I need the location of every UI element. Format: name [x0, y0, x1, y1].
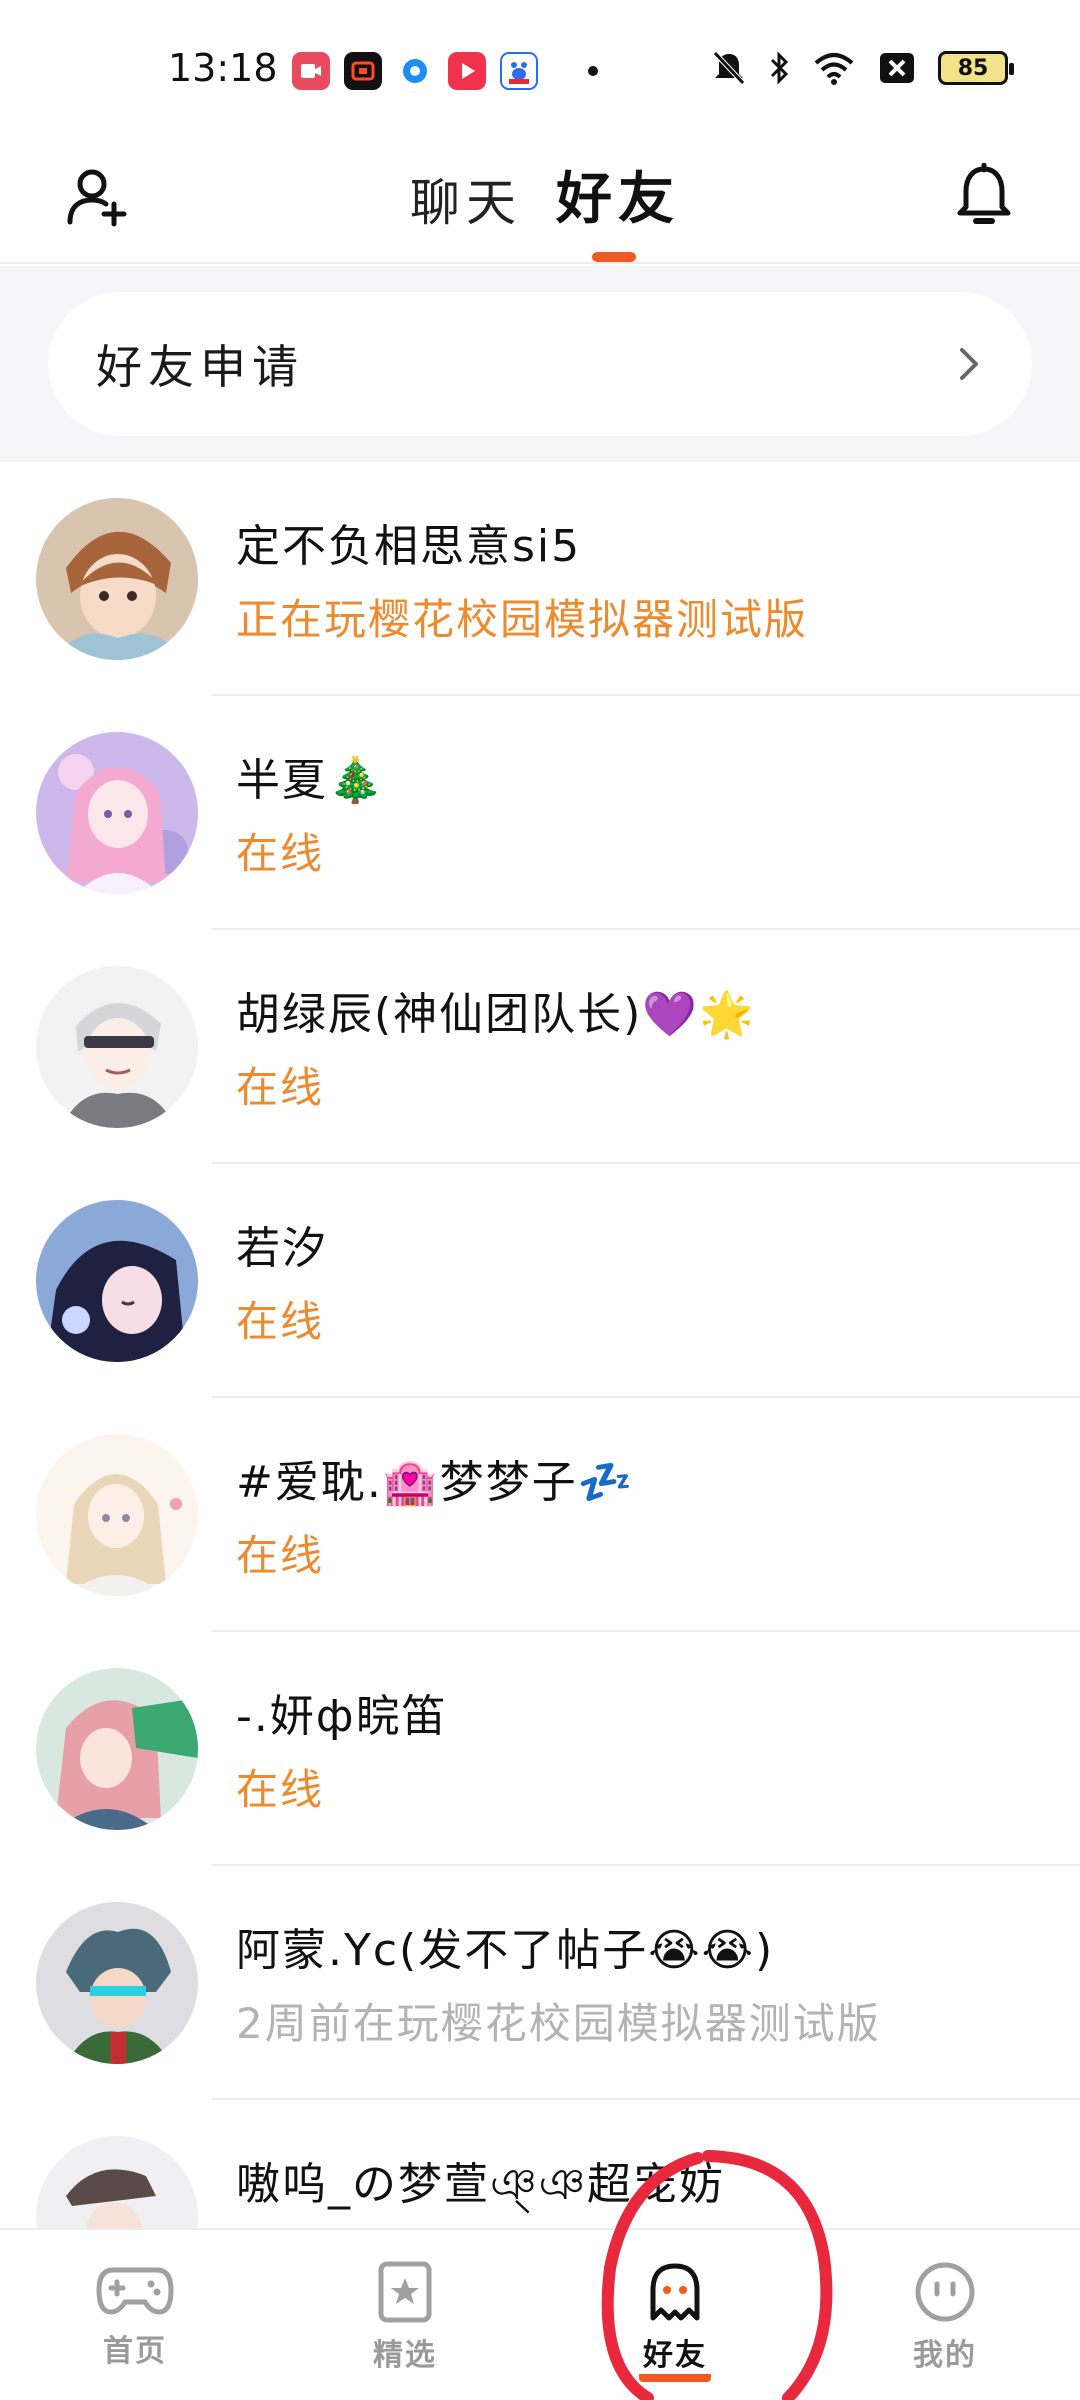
- friend-name: 嗷呜_の梦萱ঞ্ঞ超宠妨: [236, 2159, 725, 2210]
- friend-status: 在线: [236, 1297, 325, 1346]
- friend-request-section: 好友申请: [0, 266, 1080, 462]
- friend-item[interactable]: 阿蒙.Yc(发不了帖子😭😭) 2周前在玩樱花校园模拟器测试版: [0, 1866, 1080, 2100]
- status-time: 13:18: [168, 46, 278, 90]
- top-header: 聊天 好友: [0, 140, 1080, 264]
- nav-friends[interactable]: 好友: [540, 2230, 810, 2400]
- status-bar: 13:18 85: [0, 0, 1080, 140]
- baidu-icon: [500, 52, 538, 90]
- battery-icon: 85: [938, 51, 1014, 85]
- friend-status: 在线: [236, 829, 325, 878]
- avatar[interactable]: [36, 2136, 198, 2230]
- avatar[interactable]: [36, 966, 198, 1128]
- avatar[interactable]: [36, 498, 198, 660]
- friend-item[interactable]: 胡绿辰(神仙团队长)💜🌟 在线: [0, 930, 1080, 1164]
- friend-name: 若汐: [236, 1223, 328, 1274]
- nav-home[interactable]: 首页: [0, 2230, 270, 2400]
- add-user-icon: [67, 169, 127, 227]
- status-right-icons: 85: [712, 50, 1014, 86]
- star-icon: [378, 2261, 432, 2323]
- avatar[interactable]: [36, 1668, 198, 1830]
- nav-profile-label: 我的: [913, 2338, 977, 2373]
- gamepad-icon: [96, 2267, 174, 2315]
- friend-item[interactable]: 若汐 在线: [0, 1164, 1080, 1398]
- friend-status: 2周前在玩樱花校园模拟器测试版: [236, 1999, 881, 2048]
- tab-chat[interactable]: 聊天: [410, 163, 522, 235]
- sim-off-icon: [880, 53, 914, 83]
- bottom-navigation: 首页 精选 好友 我的: [0, 2228, 1080, 2400]
- nav-profile[interactable]: 我的: [810, 2230, 1080, 2400]
- video-app-icon: [448, 52, 486, 90]
- notifications-button[interactable]: [948, 158, 1020, 234]
- friend-name: 胡绿辰(神仙团队长)💜🌟: [236, 989, 756, 1040]
- screen-record-icon: [344, 52, 382, 90]
- mute-icon: [713, 51, 745, 85]
- notification-dot: [588, 66, 598, 76]
- friend-name: 定不负相思意si5: [236, 521, 582, 572]
- video-recorder-icon: [292, 52, 330, 90]
- friend-request-label: 好友申请: [96, 340, 304, 394]
- ghost-icon: [650, 2263, 700, 2321]
- top-tabs: 聊天 好友: [410, 154, 680, 235]
- friend-item[interactable]: 嗷呜_の梦萱ঞ্ঞ超宠妨: [0, 2100, 1080, 2230]
- avatar[interactable]: [36, 1200, 198, 1362]
- smiley-icon: [915, 2262, 975, 2322]
- chevron-right-icon: [960, 348, 978, 380]
- friend-status: 在线: [236, 1063, 325, 1112]
- active-tab-indicator: [592, 252, 636, 262]
- avatar[interactable]: [36, 1434, 198, 1596]
- bell-icon: [957, 163, 1011, 224]
- friend-status: 在线: [236, 1765, 325, 1814]
- friend-item[interactable]: 半夏🎄 在线: [0, 696, 1080, 930]
- friend-request-button[interactable]: 好友申请: [48, 292, 1032, 436]
- wifi-icon: [814, 53, 854, 85]
- friend-status: 正在玩樱花校园模拟器测试版: [236, 595, 809, 644]
- friend-name: #爱耽.🏩梦梦子💤: [236, 1457, 635, 1508]
- avatar[interactable]: [36, 1902, 198, 2064]
- status-app-icons: [292, 52, 598, 90]
- friend-name: -.妍ф睆笛: [236, 1691, 448, 1742]
- friend-item[interactable]: -.妍ф睆笛 在线: [0, 1632, 1080, 1866]
- tab-friends[interactable]: 好友: [556, 154, 680, 235]
- friend-name: 半夏🎄: [236, 755, 385, 806]
- avatar[interactable]: [36, 732, 198, 894]
- nav-featured[interactable]: 精选: [270, 2230, 540, 2400]
- friend-name: 阿蒙.Yc(发不了帖子😭😭): [236, 1925, 775, 1976]
- friend-item[interactable]: 定不负相思意si5 正在玩樱花校园模拟器测试版: [0, 462, 1080, 696]
- nav-home-label: 首页: [103, 2334, 167, 2369]
- nav-friends-label: 好友: [639, 2330, 711, 2382]
- friend-status: 在线: [236, 1531, 325, 1580]
- browser-icon: [396, 52, 434, 90]
- add-friend-button[interactable]: [60, 160, 132, 232]
- friend-list: 定不负相思意si5 正在玩樱花校园模拟器测试版 半夏🎄 在线 胡绿辰(神仙团队长…: [0, 462, 1080, 2230]
- friend-item[interactable]: #爱耽.🏩梦梦子💤 在线: [0, 1398, 1080, 1632]
- nav-featured-label: 精选: [373, 2338, 437, 2373]
- bluetooth-icon: [770, 51, 789, 85]
